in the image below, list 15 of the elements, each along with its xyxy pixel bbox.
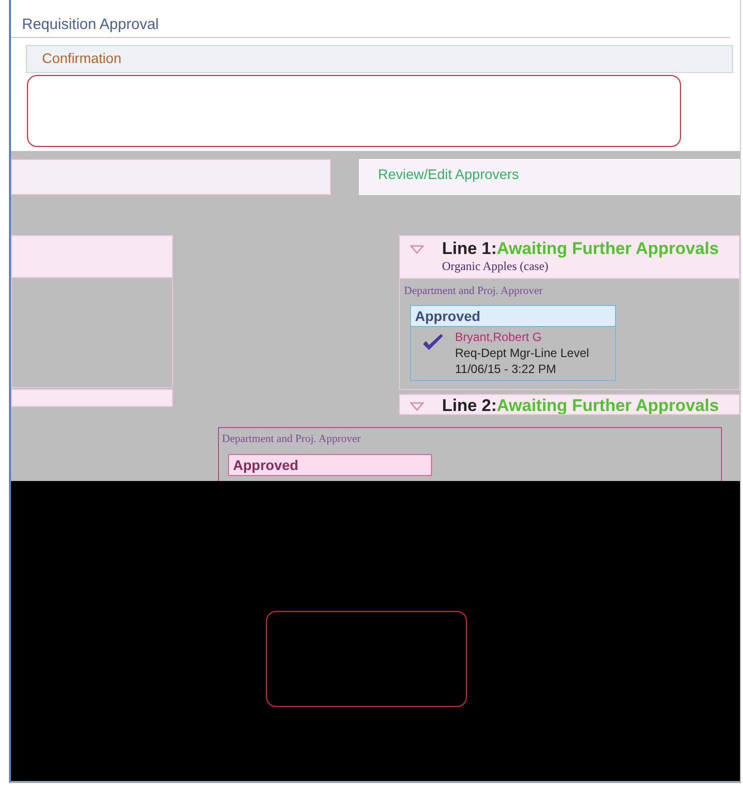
checkmark-icon	[421, 333, 445, 353]
section-header: Confirmation	[26, 45, 733, 73]
approval-status: Approved	[229, 455, 431, 475]
line-heading: Line 1:Awaiting Further Approvals	[442, 239, 720, 259]
approver-name: Bryant,Robert G	[455, 329, 543, 345]
collapse-triangle-icon[interactable]	[410, 402, 424, 412]
page-title: Requisition Approval	[11, 0, 730, 38]
approver-group-label: Department and Proj. Approver	[404, 285, 544, 297]
approval-date: 11/06/15 - 3:22 PM	[455, 361, 558, 377]
review-edit-approvers-link[interactable]: Review/Edit Approvers	[359, 159, 740, 195]
collapse-triangle-icon[interactable]	[410, 245, 424, 255]
approval-status: Approved	[411, 306, 615, 327]
item-name: Organic Apples (case)	[442, 259, 550, 274]
approver-role: Req-Dept Mgr-Line Level	[455, 345, 590, 361]
approver-group-label: Department and Proj. Approver	[222, 433, 362, 445]
